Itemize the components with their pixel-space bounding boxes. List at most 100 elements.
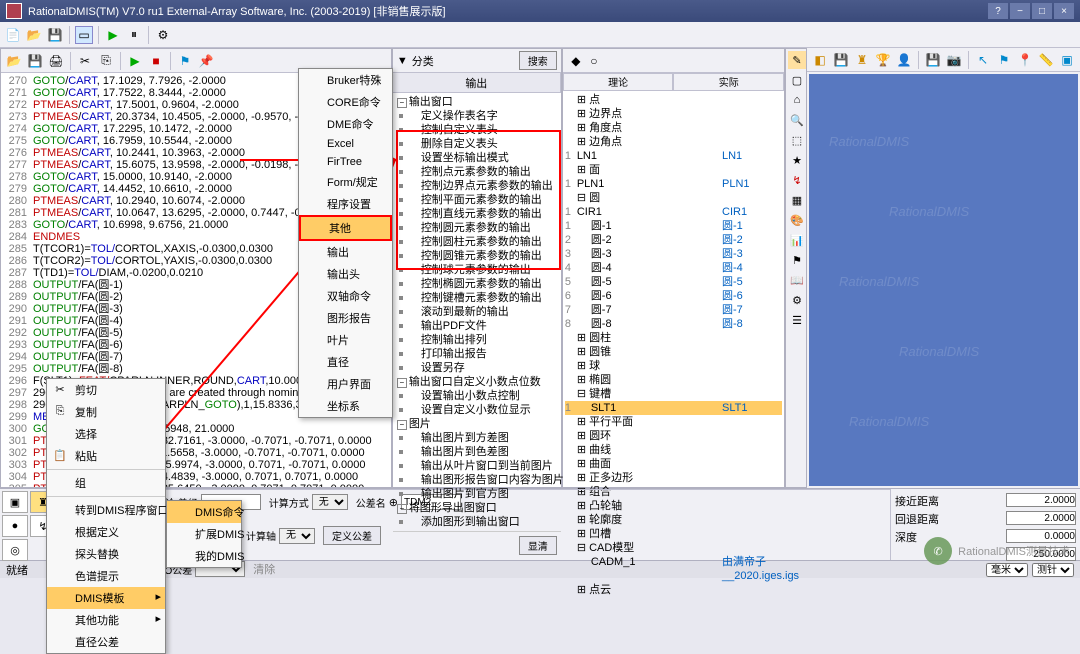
vp-person-icon[interactable]: 👤 <box>895 51 913 69</box>
vp-shield-icon[interactable]: ♜ <box>853 51 871 69</box>
context-menu-item[interactable]: 其他功能▸ <box>47 609 165 631</box>
menu-item[interactable]: Form/规定 <box>299 171 392 193</box>
menu-item[interactable]: Bruker特殊 <box>299 69 392 91</box>
output-tree-item[interactable]: 将图形导出图窗口 <box>395 501 559 515</box>
vp-pin-icon[interactable]: 📍 <box>1016 51 1034 69</box>
feature-tree-row[interactable]: ⊞ 点云 <box>565 583 782 597</box>
context-menu-item[interactable]: 根据定义 <box>47 521 165 543</box>
maximize-button[interactable]: □ <box>1032 3 1052 19</box>
menu-item[interactable]: 输出 <box>299 241 392 263</box>
viewport-canvas[interactable]: RationalDMIS RationalDMIS RationalDMIS R… <box>809 74 1078 486</box>
menu-item[interactable]: 输出头 <box>299 263 392 285</box>
bi-cube-icon[interactable]: ▣ <box>2 491 28 513</box>
si-gear-icon[interactable]: ⚙ <box>788 291 806 309</box>
pause-icon[interactable]: ⏸ <box>125 26 143 44</box>
vp-ruler-icon[interactable]: 📏 <box>1037 51 1055 69</box>
retract-input[interactable] <box>1006 511 1076 525</box>
output-tree-item[interactable]: 控制平面元素参数的输出 <box>395 193 559 207</box>
feature-tree-row[interactable]: ⊞ 圆锥 <box>565 345 782 359</box>
si-grid-icon[interactable]: ▦ <box>788 191 806 209</box>
output-tree-item[interactable]: 添加图形到输出窗口 <box>395 515 559 529</box>
vp-flag-icon[interactable]: ⚑ <box>995 51 1013 69</box>
feature-tree-row[interactable]: 4圆-4圆-4 <box>565 261 782 275</box>
search-button[interactable]: 搜索 <box>519 51 557 70</box>
si-book-icon[interactable]: 📖 <box>788 271 806 289</box>
menu-item[interactable]: 用户界面 <box>299 373 392 395</box>
output-tree-item[interactable]: 输出窗口 <box>395 95 559 109</box>
feature-tree-row[interactable]: 2圆-2圆-2 <box>565 233 782 247</box>
run-icon[interactable]: ▶ <box>104 26 122 44</box>
middle-tree[interactable]: 输出窗口定义操作表名字控制自定义表头删除自定义表头设置坐标输出模式控制点元素参数… <box>393 93 561 531</box>
feature-tree-row[interactable]: ⊞ 圆环 <box>565 429 782 443</box>
clear-label[interactable]: 清除 <box>253 561 275 577</box>
feature-tree-row[interactable]: 3圆-3圆-3 <box>565 247 782 261</box>
si-home-icon[interactable]: ⌂ <box>788 91 806 109</box>
output-tree-item[interactable]: 定义操作表名字 <box>395 109 559 123</box>
context-menu-item[interactable]: 组 <box>47 472 165 494</box>
vp-cam-icon[interactable]: 📷 <box>945 51 963 69</box>
context-menu-item[interactable]: 📋粘贴 <box>47 445 165 467</box>
context-menu-item[interactable]: 转到DMIS程序窗口 <box>47 499 165 521</box>
output-tree-item[interactable]: 控制键槽元素参数的输出 <box>395 291 559 305</box>
feature-tree-row[interactable]: ⊞ 正多边形 <box>565 471 782 485</box>
code-pin-icon[interactable]: 📌 <box>197 52 215 70</box>
feat-icon2[interactable]: ○ <box>585 52 603 70</box>
output-tree-item[interactable]: 控制输出排列 <box>395 333 559 347</box>
vp-cube-icon[interactable]: ▣ <box>1058 51 1076 69</box>
theory-tab[interactable]: 理论 <box>563 73 674 91</box>
output-tree-item[interactable]: 图片 <box>395 417 559 431</box>
output-tree-item[interactable]: 设置另存 <box>395 361 559 375</box>
si-box-icon[interactable]: ▢ <box>788 71 806 89</box>
menu-item[interactable]: 其他 <box>299 215 392 241</box>
menu-item[interactable]: Excel <box>299 135 392 153</box>
vp-cursor-icon[interactable]: ↖ <box>974 51 992 69</box>
filter-icon[interactable]: ▼ <box>397 55 408 67</box>
vp-tool1-icon[interactable]: ◧ <box>811 51 829 69</box>
si-select-icon[interactable]: ⬚ <box>788 131 806 149</box>
dmis-template-submenu[interactable]: DMIS命令扩展DMIS我的DMIS <box>166 500 242 568</box>
menu-item[interactable]: 叶片 <box>299 329 392 351</box>
code-context-menu[interactable]: ✂剪切⎘复制选择📋粘贴组转到DMIS程序窗口根据定义探头替换色谱提示DMIS模板… <box>46 378 166 654</box>
si-color-icon[interactable]: 🎨 <box>788 211 806 229</box>
output-tab[interactable]: 输出 <box>393 73 561 92</box>
context-menu-item[interactable]: DMIS模板▸ <box>47 587 165 609</box>
bi-circle-icon[interactable]: ◎ <box>2 539 28 561</box>
code-open-icon[interactable]: 📂 <box>5 52 23 70</box>
vp-save2-icon[interactable]: 💾 <box>924 51 942 69</box>
output-tree-item[interactable]: 输出PDF文件 <box>395 319 559 333</box>
menu-item[interactable]: CORE命令 <box>299 91 392 113</box>
feature-tree-row[interactable]: ⊟ 键槽 <box>565 387 782 401</box>
save-icon[interactable]: 💾 <box>46 26 64 44</box>
output-tree-item[interactable]: 删除自定义表头 <box>395 137 559 151</box>
submenu-item[interactable]: DMIS命令 <box>167 501 241 523</box>
calc-method-select[interactable]: 无 <box>312 494 348 510</box>
output-tree-item[interactable]: 控制球元素参数的输出 <box>395 263 559 277</box>
menu-item[interactable]: 坐标系 <box>299 395 392 417</box>
output-tree-item[interactable]: 设置自定义小数位显示 <box>395 403 559 417</box>
feature-tree-row[interactable]: 1CIR1CIR1 <box>565 205 782 219</box>
feature-tree-row[interactable]: 1PLN1PLN1 <box>565 177 782 191</box>
tab-icon[interactable]: ▭ <box>75 26 93 44</box>
output-tree-item[interactable]: 打印输出报告 <box>395 347 559 361</box>
context-menu-item[interactable]: ⎘复制 <box>47 401 165 423</box>
output-tree-item[interactable]: 控制自定义表头 <box>395 123 559 137</box>
actual-tab[interactable]: 实际 <box>673 73 784 91</box>
define-tol-button[interactable]: 定义公差 <box>323 526 381 545</box>
feature-tree-row[interactable]: 1圆-1圆-1 <box>565 219 782 233</box>
feature-tree-row[interactable]: ⊞ 边界点 <box>565 107 782 121</box>
feature-tree-row[interactable]: 1SLT1SLT1 <box>565 401 782 415</box>
code-flag-icon[interactable]: ⚑ <box>176 52 194 70</box>
feature-tree-row[interactable]: ⊞ 球 <box>565 359 782 373</box>
feature-tree-row[interactable]: ⊞ 曲面 <box>565 457 782 471</box>
vp-trophy-icon[interactable]: 🏆 <box>874 51 892 69</box>
output-tree-item[interactable]: 控制点元素参数的输出 <box>395 165 559 179</box>
dmis-category-menu[interactable]: Bruker特殊CORE命令DME命令ExcelFirTreeForm/规定程序… <box>298 68 393 418</box>
feature-tree-row[interactable]: ⊞ 圆柱 <box>565 331 782 345</box>
si-chart-icon[interactable]: 📊 <box>788 231 806 249</box>
output-tree-item[interactable]: 输出从叶片窗口到当前图片 <box>395 459 559 473</box>
context-menu-item[interactable]: 直径公差 <box>47 631 165 653</box>
help-icon[interactable]: ? <box>988 3 1008 19</box>
si-pencil-icon[interactable]: ✎ <box>788 51 806 69</box>
feature-tree-row[interactable]: ⊟ 圆 <box>565 191 782 205</box>
feature-tree-row[interactable]: ⊞ 平行平面 <box>565 415 782 429</box>
